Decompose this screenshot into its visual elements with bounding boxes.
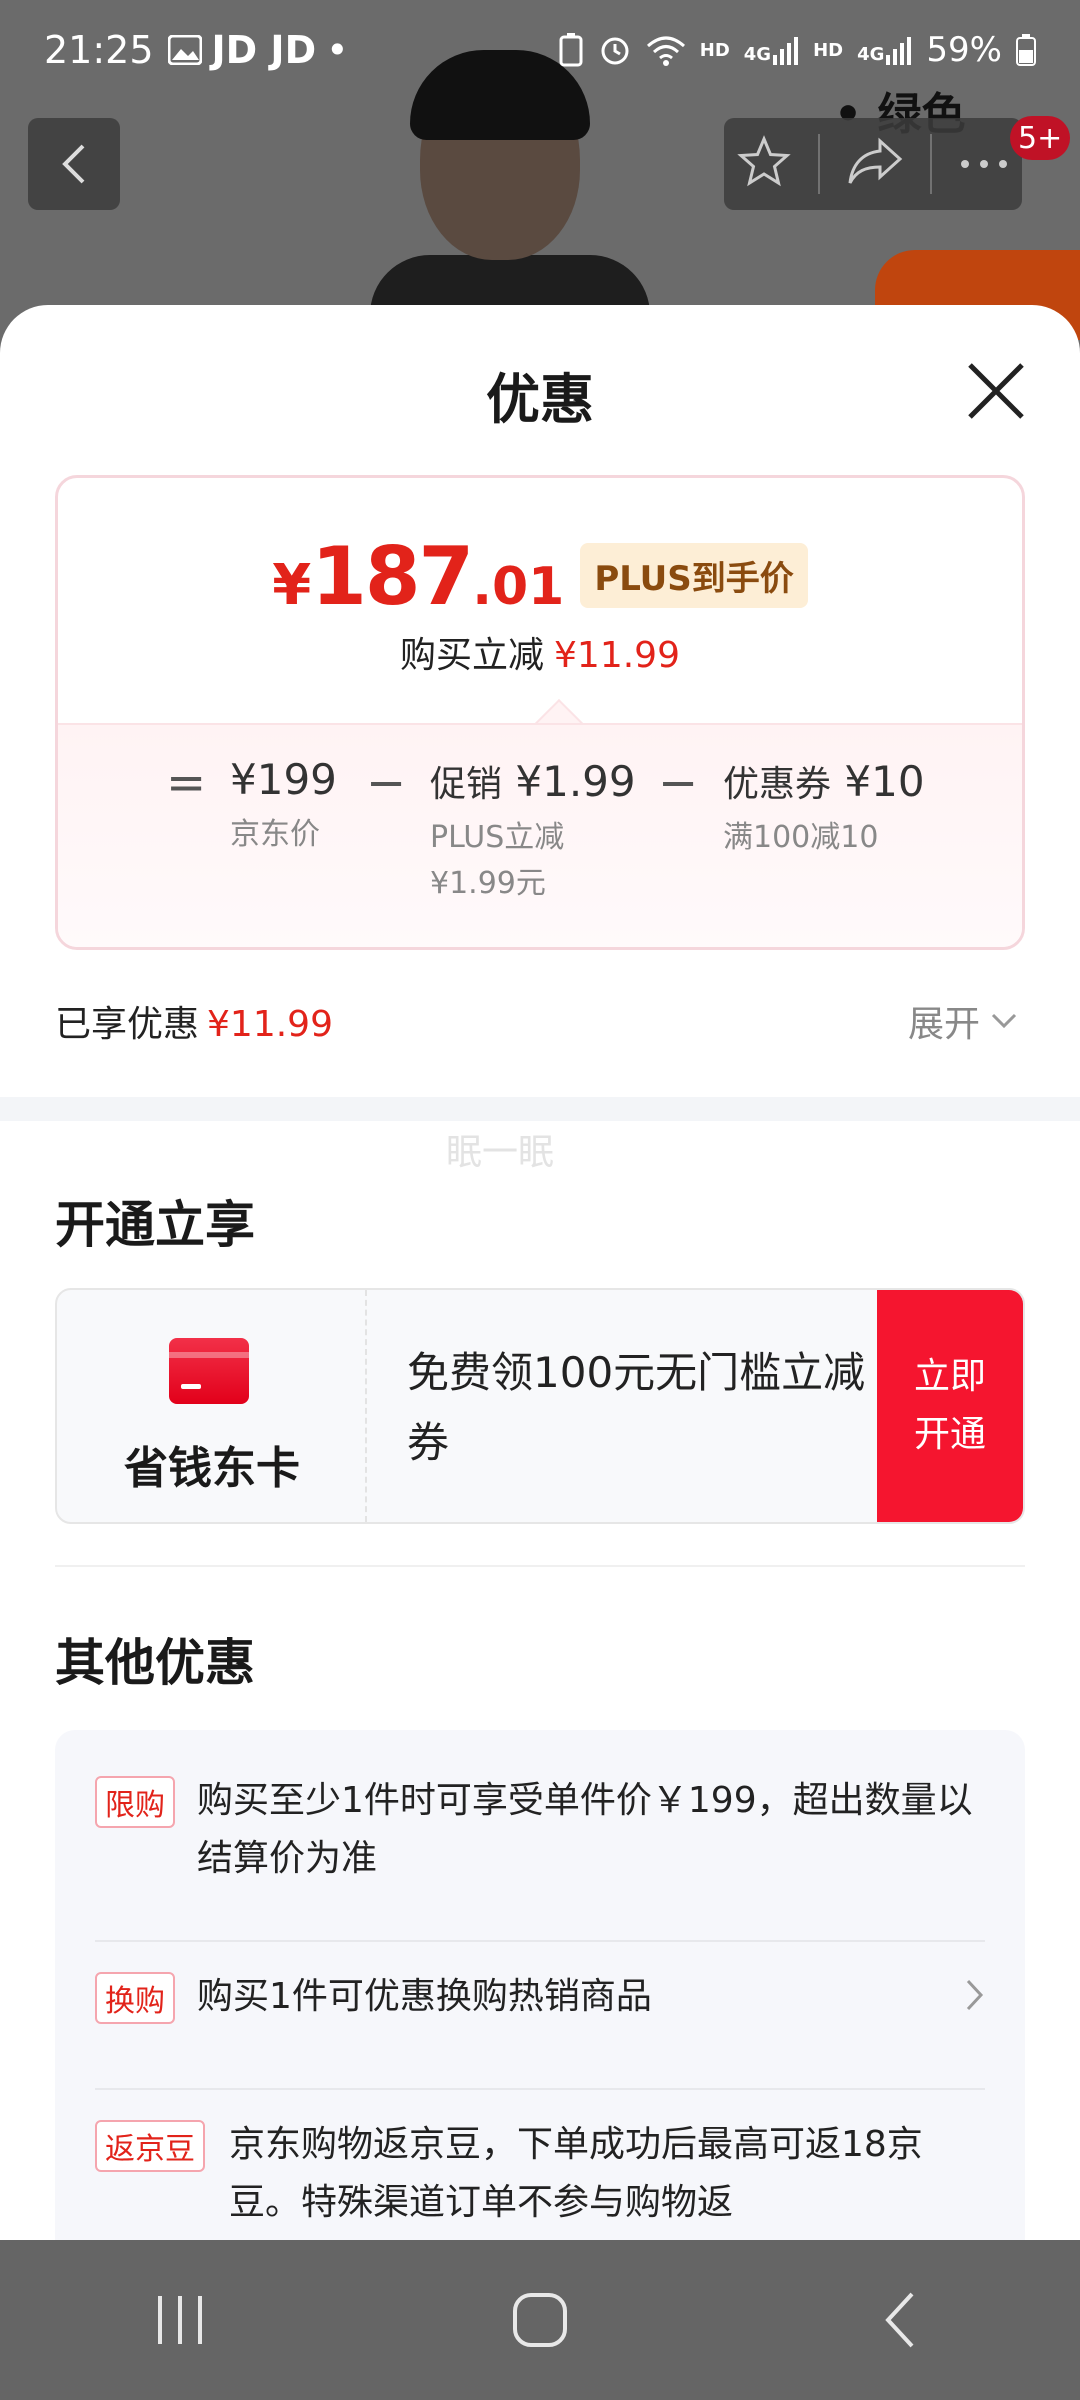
membership-card: 省钱东卡 免费领100元无门槛立减券 立即开通 xyxy=(55,1288,1025,1524)
more-button[interactable] xyxy=(959,155,1009,174)
plus-price-tag: PLUS到手价 xyxy=(580,543,808,608)
nav-back-button[interactable] xyxy=(840,2260,960,2380)
alarm-icon xyxy=(601,37,629,65)
hd-indicator: HD xyxy=(699,39,730,61)
share-button[interactable] xyxy=(846,137,904,191)
section-divider xyxy=(0,1097,1080,1121)
divider xyxy=(55,1565,1025,1567)
card-name: 省钱东卡 xyxy=(124,1443,300,1494)
enjoyed-discount: 已享优惠 ¥11.99 xyxy=(55,1004,333,1045)
promo-item-limit: 限购 购买至少1件时可享受单件价￥199，超出数量以结算价为准 xyxy=(95,1772,985,1888)
battery-icon xyxy=(1016,34,1036,66)
notification-dot: • xyxy=(326,28,349,72)
promo-tag: 返京豆 xyxy=(95,2120,205,2172)
wifi-icon xyxy=(646,36,685,66)
notification-text: JD JD xyxy=(211,28,317,72)
expand-button[interactable]: 展开 xyxy=(908,995,1018,1047)
gallery-icon xyxy=(167,35,202,65)
coupon-discount: 优惠券 ¥10 满100减10 xyxy=(723,757,925,855)
promo-tag: 换购 xyxy=(95,1972,175,2024)
promo-tag: 限购 xyxy=(95,1776,175,1828)
recent-apps-icon xyxy=(158,2296,202,2344)
promo-text: 京东购物返京豆，下单成功后最高可返18京豆。特殊渠道订单不参与购物返 xyxy=(229,2124,923,2223)
battery-saver-icon xyxy=(559,33,583,67)
back-icon xyxy=(885,2292,914,2348)
chevron-right-icon xyxy=(966,1979,984,2011)
status-time: 21:25 xyxy=(44,28,154,72)
system-nav-bar xyxy=(0,2240,1080,2400)
more-icon xyxy=(960,159,1007,168)
close-icon xyxy=(968,363,1024,419)
equals-sign: = xyxy=(166,755,207,811)
discount-sheet: 优惠 ¥ 187 .01 PLUS到手价 购买立减 ¥11.99 = ¥199 京… xyxy=(0,305,1080,2240)
other-promotions: 限购 购买至少1件时可享受单件价￥199，超出数量以结算价为准 换购 购买1件可… xyxy=(55,1730,1025,2240)
promo-discount: 促销 ¥1.99 PLUS立减 ¥1.99元 xyxy=(430,757,636,901)
favorite-button[interactable] xyxy=(737,135,791,193)
card-description: 免费领100元无门槛立减券 xyxy=(407,1348,866,1467)
open-now-button[interactable]: 立即开通 xyxy=(877,1290,1023,1522)
battery-percent: 59% xyxy=(926,30,1002,70)
signal-icon: 4G xyxy=(744,35,799,65)
instant-reduce: 购买立减 ¥11.99 xyxy=(400,635,680,676)
other-section-title: 其他优惠 xyxy=(55,1634,255,1692)
jd-price: ¥199 京东价 xyxy=(230,755,337,852)
open-section-title: 开通立享 xyxy=(55,1196,255,1254)
home-button[interactable] xyxy=(480,2260,600,2380)
promo-item-jingdou: 返京豆 京东购物返京豆，下单成功后最高可返18京豆。特殊渠道订单不参与购物返 xyxy=(95,2116,985,2232)
signal-icon-2: 4G xyxy=(857,35,912,65)
watermark: 眠一眠 xyxy=(446,1132,555,1173)
back-button[interactable] xyxy=(28,118,120,210)
close-button[interactable] xyxy=(964,359,1028,423)
promo-item-exchange[interactable]: 换购 购买1件可优惠换购热销商品 xyxy=(95,1968,985,2026)
star-icon xyxy=(737,135,791,187)
top-action-bar xyxy=(724,118,1022,210)
promo-text: 购买至少1件时可享受单件价￥199，超出数量以结算价为准 xyxy=(197,1780,973,1879)
sheet-title: 优惠 xyxy=(486,368,594,431)
chevron-left-icon xyxy=(62,144,85,184)
cart-count-badge: 5+ xyxy=(1010,116,1071,160)
recent-apps-button[interactable] xyxy=(120,2260,240,2380)
promo-text: 购买1件可优惠换购热销商品 xyxy=(197,1976,652,2017)
share-icon xyxy=(848,137,903,184)
price-card: ¥ 187 .01 PLUS到手价 购买立减 ¥11.99 = ¥199 京东价 … xyxy=(55,475,1025,950)
minus-sign: − xyxy=(366,755,407,811)
status-bar: 21:25 JD JD • HD 4G HD 4G 59% xyxy=(0,0,1080,100)
minus-sign-2: − xyxy=(658,755,699,811)
home-icon xyxy=(513,2293,567,2347)
price-breakdown: = ¥199 京东价 − 促销 ¥1.99 PLUS立减 ¥1.99元 − 优惠券… xyxy=(58,723,1022,947)
card-icon xyxy=(169,1338,249,1404)
final-price: ¥ 187 .01 PLUS到手价 xyxy=(58,530,1022,623)
chevron-down-icon xyxy=(991,1013,1017,1029)
hd-indicator-2: HD xyxy=(813,39,844,61)
